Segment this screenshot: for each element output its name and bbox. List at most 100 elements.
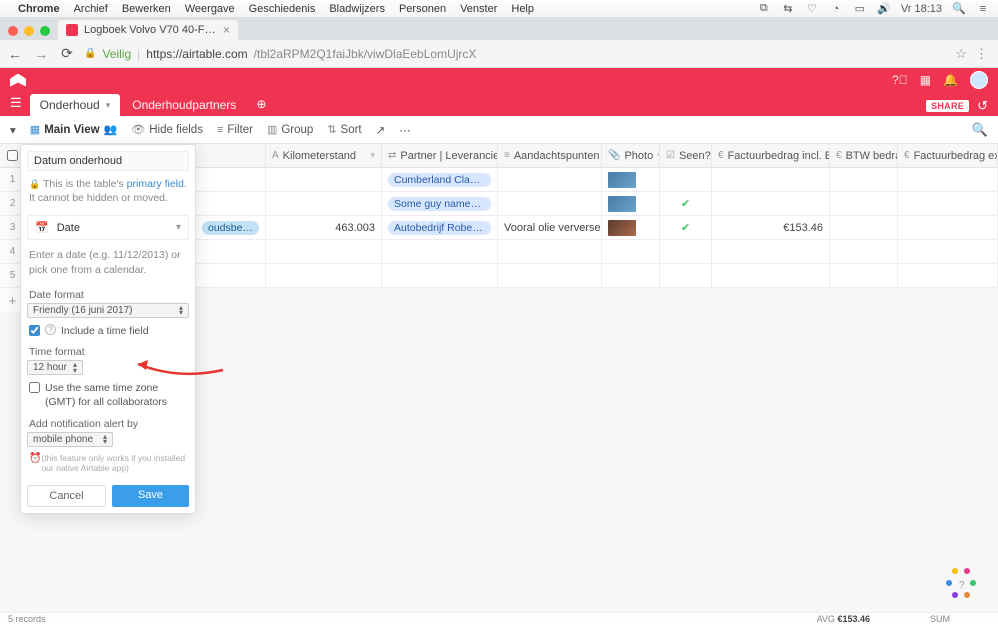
save-button[interactable]: Save xyxy=(112,485,189,507)
attachment-icon: 📎 xyxy=(608,150,620,161)
column-header-km[interactable]: AKilometerstand▾ xyxy=(266,144,382,167)
cell-fact[interactable]: €153.46 xyxy=(712,216,830,239)
table-menu-icon[interactable]: ☰ xyxy=(10,95,28,113)
select-arrows-icon: ▴▾ xyxy=(73,362,77,373)
column-header-seen[interactable]: ☑Seen?▾ xyxy=(660,144,712,167)
chevron-down-icon[interactable]: ▾ xyxy=(370,150,375,161)
column-header-partner[interactable]: ⇄Partner | Leverancier▾ xyxy=(382,144,498,167)
column-header-beurt[interactable] xyxy=(196,144,266,167)
field-type-select[interactable]: 📅 Date ▾ xyxy=(27,215,189,240)
cell-photo[interactable] xyxy=(602,168,660,191)
add-table-button[interactable]: ⊕ xyxy=(248,97,274,111)
share-view-icon[interactable]: ↗ xyxy=(376,123,386,137)
checkbox-icon: ☑ xyxy=(666,150,675,161)
airtable-logo-icon[interactable] xyxy=(10,74,26,87)
time-format-select[interactable]: 12 hour▴▾ xyxy=(27,360,83,375)
column-header-aandachtspunten[interactable]: ≡Aandachtspunten▾ xyxy=(498,144,602,167)
cell-seen[interactable] xyxy=(660,168,712,191)
filter-button[interactable]: ≡Filter xyxy=(217,124,253,136)
share-button[interactable]: SHARE xyxy=(926,100,969,112)
back-button[interactable]: ← xyxy=(6,46,24,62)
help-icon[interactable]: ?⃝ xyxy=(892,73,908,87)
cell-seen[interactable]: ✔ xyxy=(660,192,712,215)
question-icon: ? xyxy=(959,580,965,591)
close-window-button[interactable] xyxy=(8,26,18,36)
tab-onderhoudpartners[interactable]: Onderhoudpartners xyxy=(122,94,246,116)
summary-sum[interactable]: SUM xyxy=(930,614,950,624)
column-header-btw[interactable]: €BTW bedrag▾ xyxy=(830,144,898,167)
cell-partner[interactable]: Cumberland Classics xyxy=(382,168,498,191)
alarm-icon: ⏰ xyxy=(29,453,41,465)
summary-avg[interactable]: AVG €153.46 xyxy=(817,614,870,624)
photo-thumbnail xyxy=(608,220,636,236)
cell-aand[interactable]: Vooral olie verversen, wan.. xyxy=(498,216,602,239)
close-tab-icon[interactable]: × xyxy=(223,23,230,37)
column-header-factuur-ex[interactable]: €Factuurbedrag ex xyxy=(898,144,998,167)
eye-off-icon: 👁 xyxy=(131,123,145,136)
menu-personen[interactable]: Personen xyxy=(399,3,446,15)
calendar-icon: 📅 xyxy=(35,221,49,234)
menu-weergave[interactable]: Weergave xyxy=(185,3,235,15)
grid-icon: ▦ xyxy=(30,123,40,136)
address-bar[interactable]: 🔒 Veilig | https://airtable.com/tbl2aRPM… xyxy=(84,47,947,61)
link-icon: ⇄ xyxy=(388,150,396,161)
menu-help[interactable]: Help xyxy=(511,3,534,15)
primary-field-link[interactable]: primary field xyxy=(127,178,184,190)
view-switcher[interactable]: ▦ Main View 👥 xyxy=(30,123,118,136)
tab-onderhoud[interactable]: Onderhoud ▾ xyxy=(30,94,121,116)
history-icon[interactable]: ↺ xyxy=(977,98,988,114)
search-icon[interactable]: 🔍 xyxy=(972,122,988,138)
volume-icon[interactable]: 🔊 xyxy=(877,2,891,15)
bookmark-icon[interactable]: ☆ xyxy=(955,46,967,62)
column-header-factuur[interactable]: €Factuurbedrag incl. BTW▾ xyxy=(712,144,830,167)
photo-thumbnail xyxy=(608,196,636,212)
notifications-icon[interactable]: 🔔 xyxy=(943,73,958,87)
cancel-button[interactable]: Cancel xyxy=(27,485,106,507)
menu-geschiedenis[interactable]: Geschiedenis xyxy=(249,3,316,15)
group-button[interactable]: ▥Group xyxy=(267,123,313,136)
cell-km[interactable]: 463.003 xyxy=(266,216,382,239)
minimize-window-button[interactable] xyxy=(24,26,34,36)
help-icon[interactable]: ? xyxy=(45,324,56,335)
menu-venster[interactable]: Venster xyxy=(460,3,497,15)
hide-fields-button[interactable]: 👁Hide fields xyxy=(131,123,203,136)
field-type-label: Date xyxy=(57,222,80,234)
chevron-down-icon[interactable]: ▾ xyxy=(106,100,111,111)
field-type-hint: Enter a date (e.g. 11/12/2013) or pick o… xyxy=(21,244,195,282)
search-icon[interactable]: 🔍 xyxy=(952,2,966,15)
menu-bladwijzers[interactable]: Bladwijzers xyxy=(329,3,385,15)
same-timezone-checkbox[interactable] xyxy=(29,382,40,393)
views-menu-icon[interactable]: ▾ xyxy=(10,123,16,137)
cell-partner[interactable]: Autobedrijf Robert Ooijman xyxy=(382,216,498,239)
cell-aand[interactable] xyxy=(498,168,602,191)
include-time-checkbox[interactable] xyxy=(29,325,40,336)
cell-km[interactable] xyxy=(266,192,382,215)
menu-app[interactable]: Chrome xyxy=(18,3,60,15)
cell-partner[interactable]: Some guy named Tom xyxy=(382,192,498,215)
notification-select[interactable]: mobile phone▴▾ xyxy=(27,432,113,447)
menu-bewerken[interactable]: Bewerken xyxy=(122,3,171,15)
date-format-select[interactable]: Friendly (16 juni 2017)▴▾ xyxy=(27,303,189,318)
cell-beurt[interactable]: oudsbeurt xyxy=(196,216,266,239)
chrome-menu-icon[interactable]: ⋮ xyxy=(975,46,988,62)
cell-fact[interactable] xyxy=(712,168,830,191)
sort-button[interactable]: ⇅Sort xyxy=(327,123,361,136)
cell-seen[interactable]: ✔ xyxy=(660,216,712,239)
cell-photo[interactable] xyxy=(602,192,660,215)
apps-icon[interactable]: ▦ xyxy=(920,73,931,87)
column-header-photo[interactable]: 📎Photo▾ xyxy=(602,144,660,167)
zoom-window-button[interactable] xyxy=(40,26,50,36)
include-time-label: Include a time field xyxy=(61,324,149,338)
cell-photo[interactable] xyxy=(602,216,660,239)
intercom-launcher[interactable]: ? xyxy=(946,568,980,602)
menu-icon[interactable]: ≡ xyxy=(976,3,990,15)
chevron-down-icon: ▾ xyxy=(176,222,181,233)
menu-archief[interactable]: Archief xyxy=(74,3,108,15)
field-name-input[interactable]: Datum onderhoud xyxy=(27,151,189,171)
browser-tab[interactable]: Logboek Volvo V70 40-FS-HT × xyxy=(58,20,238,40)
more-icon[interactable]: ⋯ xyxy=(399,123,411,137)
primary-field-note: 🔒 This is the table's primary field. It … xyxy=(21,177,195,211)
reload-button[interactable]: ⟳ xyxy=(58,45,76,62)
avatar[interactable] xyxy=(970,71,988,89)
cell-km[interactable] xyxy=(266,168,382,191)
